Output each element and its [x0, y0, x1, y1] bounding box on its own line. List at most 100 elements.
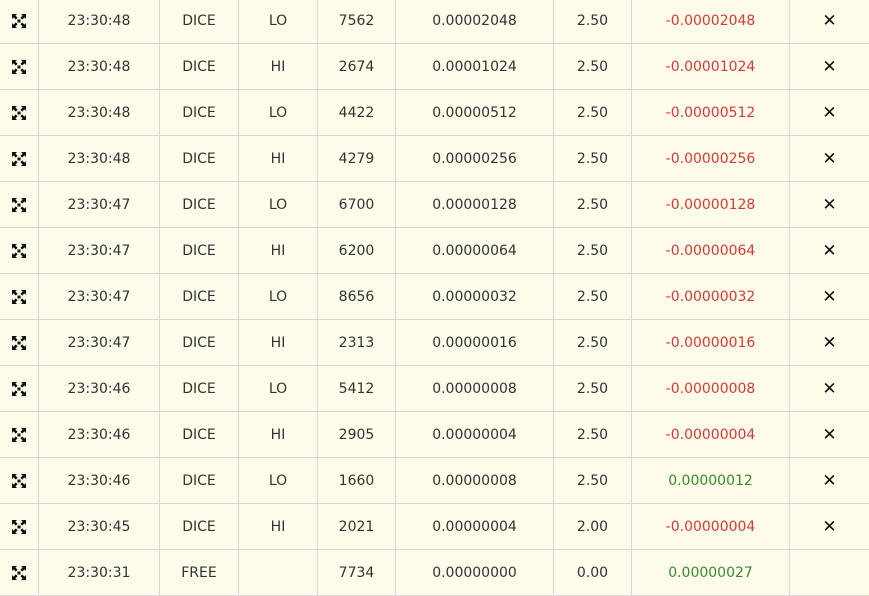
bet-target: HI: [239, 504, 318, 550]
bet-amount: 0.00001024: [396, 44, 554, 90]
bet-profit: -0.00000032: [632, 274, 790, 320]
bet-amount: 0.00000004: [396, 504, 554, 550]
close-icon[interactable]: ✕: [790, 274, 869, 320]
bet-target: HI: [239, 412, 318, 458]
bet-amount: 0.00000008: [396, 458, 554, 504]
close-icon[interactable]: ✕: [790, 412, 869, 458]
bet-amount: 0.00000128: [396, 182, 554, 228]
close-icon[interactable]: ✕: [790, 458, 869, 504]
bet-roll: 6200: [318, 228, 396, 274]
expand-icon[interactable]: [0, 0, 39, 44]
bet-target: HI: [239, 320, 318, 366]
close-icon[interactable]: ✕: [790, 320, 869, 366]
bet-game: DICE: [160, 366, 239, 412]
bet-amount: 0.00000032: [396, 274, 554, 320]
bet-target: LO: [239, 458, 318, 504]
bet-payout: 2.50: [554, 136, 632, 182]
table-row: 23:30:48DICELO75620.000020482.50-0.00002…: [0, 0, 869, 44]
bet-game: DICE: [160, 90, 239, 136]
bet-payout: 2.50: [554, 44, 632, 90]
bet-profit: -0.00000004: [632, 412, 790, 458]
table-row: 23:30:47DICELO86560.000000322.50-0.00000…: [0, 274, 869, 320]
expand-icon[interactable]: [0, 458, 39, 504]
bet-roll: 2674: [318, 44, 396, 90]
bet-profit: -0.00002048: [632, 0, 790, 44]
bet-payout: 2.50: [554, 366, 632, 412]
bet-game: DICE: [160, 0, 239, 44]
bet-time: 23:30:47: [39, 274, 160, 320]
bet-profit: -0.00000128: [632, 182, 790, 228]
bet-profit: -0.00000016: [632, 320, 790, 366]
bet-game: DICE: [160, 136, 239, 182]
bet-payout: 2.50: [554, 458, 632, 504]
bet-game: DICE: [160, 228, 239, 274]
bet-time: 23:30:47: [39, 228, 160, 274]
expand-icon[interactable]: [0, 504, 39, 550]
bet-time: 23:30:47: [39, 320, 160, 366]
bet-payout: 2.50: [554, 90, 632, 136]
bet-amount: 0.00000008: [396, 366, 554, 412]
bets-history-table: 23:30:48DICELO75620.000020482.50-0.00002…: [0, 0, 869, 596]
close-icon[interactable]: ✕: [790, 504, 869, 550]
bet-amount: 0.00000004: [396, 412, 554, 458]
close-icon[interactable]: ✕: [790, 0, 869, 44]
expand-icon[interactable]: [0, 228, 39, 274]
bet-roll: 4422: [318, 90, 396, 136]
close-icon[interactable]: ✕: [790, 366, 869, 412]
bet-time: 23:30:48: [39, 44, 160, 90]
close-icon[interactable]: ✕: [790, 228, 869, 274]
bet-target: LO: [239, 274, 318, 320]
bet-roll: 6700: [318, 182, 396, 228]
table-row: 23:30:47DICEHI62000.000000642.50-0.00000…: [0, 228, 869, 274]
close-icon[interactable]: ✕: [790, 90, 869, 136]
bet-target: HI: [239, 136, 318, 182]
table-row: 23:30:46DICELO16600.000000082.500.000000…: [0, 458, 869, 504]
bet-roll: 7734: [318, 550, 396, 596]
bet-amount: 0.00000016: [396, 320, 554, 366]
bet-target: HI: [239, 44, 318, 90]
expand-icon[interactable]: [0, 366, 39, 412]
table-row: 23:30:47DICEHI23130.000000162.50-0.00000…: [0, 320, 869, 366]
bet-time: 23:30:46: [39, 366, 160, 412]
bet-payout: 2.50: [554, 320, 632, 366]
close-icon[interactable]: ✕: [790, 44, 869, 90]
table-row: 23:30:48DICEHI26740.000010242.50-0.00001…: [0, 44, 869, 90]
bet-profit: -0.00000004: [632, 504, 790, 550]
bet-profit: -0.00000256: [632, 136, 790, 182]
bet-roll: 8656: [318, 274, 396, 320]
bet-payout: 2.00: [554, 504, 632, 550]
close-icon[interactable]: ✕: [790, 182, 869, 228]
expand-icon[interactable]: [0, 136, 39, 182]
expand-icon[interactable]: [0, 550, 39, 596]
bet-game: DICE: [160, 320, 239, 366]
close-icon[interactable]: ✕: [790, 136, 869, 182]
bet-time: 23:30:45: [39, 504, 160, 550]
expand-icon[interactable]: [0, 412, 39, 458]
expand-icon[interactable]: [0, 44, 39, 90]
bet-profit: 0.00000027: [632, 550, 790, 596]
expand-icon[interactable]: [0, 274, 39, 320]
bet-amount: 0.00002048: [396, 0, 554, 44]
bet-target: LO: [239, 182, 318, 228]
bet-game: DICE: [160, 412, 239, 458]
bet-payout: 2.50: [554, 412, 632, 458]
table-row: 23:30:46DICEHI29050.000000042.50-0.00000…: [0, 412, 869, 458]
expand-icon[interactable]: [0, 182, 39, 228]
expand-icon[interactable]: [0, 320, 39, 366]
table-row: 23:30:46DICELO54120.000000082.50-0.00000…: [0, 366, 869, 412]
bet-payout: 2.50: [554, 182, 632, 228]
table-row: 23:30:48DICELO44220.000005122.50-0.00000…: [0, 90, 869, 136]
bet-payout: 2.50: [554, 228, 632, 274]
bet-time: 23:30:31: [39, 550, 160, 596]
bet-time: 23:30:46: [39, 458, 160, 504]
bet-target: [239, 550, 318, 596]
expand-icon[interactable]: [0, 90, 39, 136]
bet-roll: 4279: [318, 136, 396, 182]
bet-game: DICE: [160, 458, 239, 504]
bet-profit: -0.00000008: [632, 366, 790, 412]
bet-game: DICE: [160, 274, 239, 320]
table-row: 23:30:48DICEHI42790.000002562.50-0.00000…: [0, 136, 869, 182]
bet-game: FREE: [160, 550, 239, 596]
bet-profit: -0.00000064: [632, 228, 790, 274]
bet-payout: 2.50: [554, 0, 632, 44]
